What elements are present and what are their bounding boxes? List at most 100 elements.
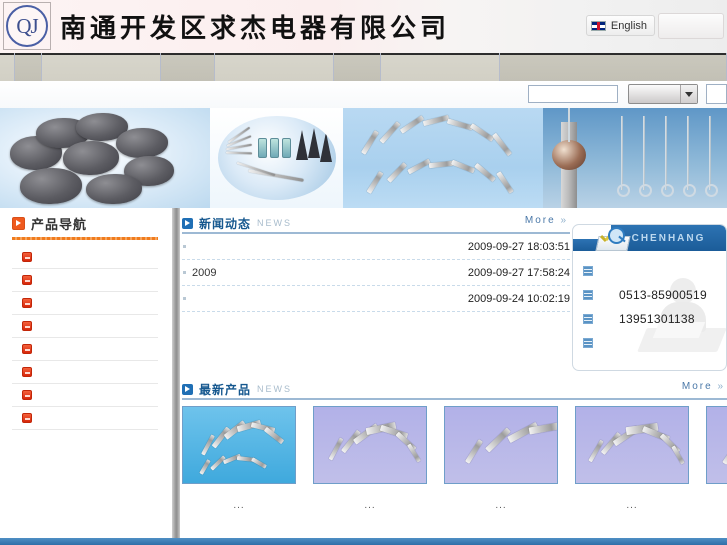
chevron-right-icon: » (717, 381, 725, 392)
product-thumbnail[interactable] (706, 406, 727, 484)
products-title-en: NEWS (257, 384, 293, 394)
book-search-icon (595, 227, 631, 251)
sidebar-header: 产品导航 (0, 208, 172, 233)
bullet-icon (22, 413, 32, 423)
product-caption: ... (364, 500, 376, 511)
logo-text: QJ (6, 5, 48, 47)
contact-value: 13951301138 (619, 312, 695, 326)
bullet-icon (22, 344, 32, 354)
page-root: QJ 南通开发区求杰电器有限公司 English 产品导航 新闻动态 NEWS … (0, 0, 727, 545)
product-caption: ... (706, 484, 727, 511)
product-card[interactable]: ... (575, 406, 689, 511)
contact-card: CHENHANG 0513-85900519 13951301138 (572, 224, 727, 371)
contact-tab-title: CHENHANG (631, 232, 706, 244)
product-card[interactable]: ... (706, 406, 727, 511)
page-title: 南通开发区求杰电器有限公司 (60, 14, 451, 44)
news-section: 新闻动态 NEWS More » 2009-09-27 18:03:51 200… (182, 214, 570, 312)
news-row[interactable]: 2009-09-24 10:02:19 (182, 286, 570, 312)
search-input[interactable] (528, 85, 618, 103)
banner-image-instruments[interactable] (210, 108, 343, 208)
product-card[interactable]: ... (444, 406, 558, 511)
product-thumbnail[interactable] (575, 406, 689, 484)
bullet-icon (22, 298, 32, 308)
news-row-date: 2009-09-27 18:03:51 (467, 240, 570, 253)
main-navigation (0, 53, 727, 82)
search-bar (0, 81, 727, 108)
sidebar-item-6[interactable] (12, 384, 158, 407)
product-card[interactable]: ... (182, 406, 296, 511)
sidebar-item-0[interactable] (12, 246, 158, 269)
news-row-title: 2009 (192, 266, 217, 279)
news-more-link[interactable]: More » (525, 215, 568, 226)
products-grid: ... ... ... ... (182, 406, 727, 511)
bullet-icon (22, 367, 32, 377)
nav-item-5[interactable] (334, 53, 381, 81)
product-thumbnail[interactable] (313, 406, 427, 484)
site-logo[interactable]: QJ (3, 2, 51, 50)
product-caption: ... (233, 500, 245, 511)
nav-item-3[interactable] (161, 53, 215, 81)
sidebar-item-4[interactable] (12, 338, 158, 361)
sidebar-item-2[interactable] (12, 292, 158, 315)
site-header: QJ 南通开发区求杰电器有限公司 English (0, 0, 727, 53)
bullet-icon (22, 321, 32, 331)
sidebar-item-7[interactable] (12, 407, 158, 430)
arrow-square-blue-icon (182, 217, 193, 229)
nav-item-0[interactable] (0, 53, 15, 81)
chevron-right-icon: » (560, 215, 568, 226)
nav-item-1[interactable] (15, 53, 42, 81)
contact-rows: 0513-85900519 13951301138 (583, 259, 723, 355)
banner-image-pins[interactable] (343, 108, 543, 208)
product-card[interactable]: ... (313, 406, 427, 511)
contact-row: 0513-85900519 (583, 283, 723, 307)
news-row-date: 2009-09-27 17:58:24 (467, 266, 570, 279)
header-secondary-button[interactable] (658, 13, 724, 39)
bullet-icon (22, 390, 32, 400)
uk-flag-icon (590, 20, 606, 31)
news-more-label: More (524, 215, 556, 226)
news-title-en: NEWS (257, 218, 293, 228)
product-caption: ... (495, 500, 507, 511)
sidebar-item-5[interactable] (12, 361, 158, 384)
search-category-select[interactable] (628, 84, 698, 104)
product-thumbnail[interactable] (444, 406, 558, 484)
news-row-date: 2009-09-24 10:02:19 (467, 292, 570, 305)
products-title-cn: 最新产品 (199, 382, 252, 397)
news-row[interactable]: 2009 2009-09-27 17:58:24 (182, 260, 570, 286)
sidebar-item-1[interactable] (12, 269, 158, 292)
products-section: 最新产品 NEWS More » ... ... ... ... (182, 380, 727, 511)
arrow-square-icon (12, 217, 25, 230)
sidebar: 产品导航 (0, 208, 172, 538)
contact-row: 13951301138 (583, 307, 723, 331)
sidebar-nav-list (0, 246, 172, 430)
product-caption: ... (626, 500, 638, 511)
arrow-square-blue-icon (182, 383, 193, 395)
language-button-label: English (610, 19, 647, 32)
products-more-label: More (681, 381, 713, 392)
content-area: 产品导航 新闻动态 NEWS More » 2009-09-27 18:03:5… (0, 208, 727, 538)
news-title-cn: 新闻动态 (199, 216, 252, 231)
nav-item-7[interactable] (500, 53, 727, 81)
column-divider (172, 208, 180, 538)
main-column: 新闻动态 NEWS More » 2009-09-27 18:03:51 200… (180, 208, 727, 538)
news-row[interactable]: 2009-09-27 18:03:51 (182, 234, 570, 260)
products-more-link[interactable]: More » (682, 381, 725, 392)
site-footer (0, 538, 727, 545)
banner-image-tower-hooks[interactable] (543, 108, 727, 208)
search-extra-field[interactable] (706, 84, 727, 104)
product-thumbnail[interactable] (182, 406, 296, 484)
nav-item-2[interactable] (42, 53, 161, 81)
nav-item-6[interactable] (381, 53, 500, 81)
news-list: 2009-09-27 18:03:51 2009 2009-09-27 17:5… (182, 234, 570, 312)
list-icon (583, 290, 593, 300)
sidebar-item-3[interactable] (12, 315, 158, 338)
contact-row (583, 331, 723, 355)
language-button[interactable]: English (585, 15, 655, 36)
sidebar-title: 产品导航 (31, 218, 88, 233)
banner-image-blanks[interactable] (0, 108, 210, 208)
nav-item-4[interactable] (215, 53, 334, 81)
list-icon (583, 338, 593, 348)
contact-value: 0513-85900519 (619, 288, 707, 302)
products-section-header: 最新产品 NEWS More » (182, 380, 727, 400)
news-section-header: 新闻动态 NEWS More » (182, 214, 570, 234)
